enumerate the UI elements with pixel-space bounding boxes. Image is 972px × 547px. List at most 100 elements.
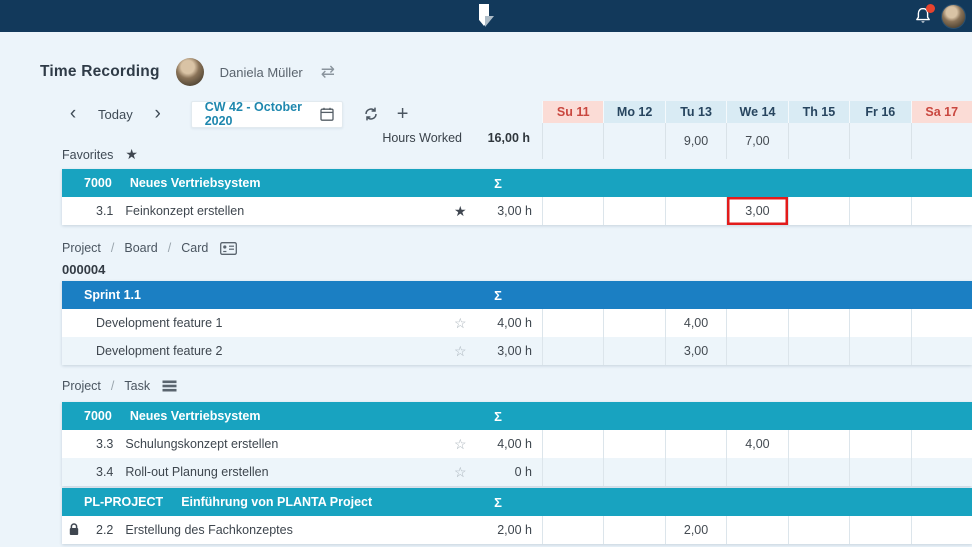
topbar-avatar[interactable] — [941, 4, 966, 29]
favorite-star-icon[interactable]: ☆ — [454, 315, 467, 332]
time-entry-cell[interactable] — [603, 516, 664, 544]
project-group-header[interactable]: 7000 Neues Vertriebsystem Σ — [62, 402, 972, 430]
user-avatar — [176, 58, 204, 86]
previous-week-button[interactable]: ‹ — [62, 101, 84, 127]
time-entry-cell[interactable] — [542, 516, 603, 544]
breadcrumb-task[interactable]: Task — [124, 379, 150, 393]
time-entry-cell[interactable] — [542, 337, 603, 365]
time-entry-cell[interactable] — [788, 309, 849, 337]
weekday-header: Fr 16 — [849, 101, 910, 123]
period-picker[interactable]: CW 42 - October 2020 — [191, 101, 343, 128]
time-entry-cell[interactable] — [849, 458, 910, 486]
week-toolbar: ‹ Today › CW 42 - October 2020 + — [62, 100, 408, 128]
task-week-sum: 4,00 h — [497, 437, 532, 451]
task-info: Development feature 2 ☆ 3,00 h — [62, 337, 542, 365]
time-entry-cell[interactable] — [603, 309, 664, 337]
project-title: Neues Vertriebsystem — [130, 409, 261, 423]
daily-total-cell — [788, 123, 849, 159]
favorite-star-icon[interactable]: ☆ — [454, 464, 467, 481]
time-entry-cell[interactable] — [788, 458, 849, 486]
task-row[interactable]: Development feature 1 ☆ 4,00 h 4,00 — [62, 309, 972, 337]
notifications-bell-icon[interactable] — [913, 6, 933, 26]
next-week-button[interactable]: › — [147, 101, 169, 127]
breadcrumb-card[interactable]: Card — [181, 241, 208, 255]
sprint-table: Sprint 1.1 Σ Development feature 1 ☆ 4,0… — [62, 281, 972, 365]
time-entry-cell[interactable] — [542, 197, 603, 225]
sprint-group-header[interactable]: Sprint 1.1 Σ — [62, 281, 972, 309]
task-week-sum: 0 h — [515, 465, 532, 479]
notification-badge — [926, 4, 935, 13]
time-entry-cell[interactable]: 4,00 — [726, 430, 787, 458]
task-table: 7000 Neues Vertriebsystem Σ 3.3 Schulung… — [62, 402, 972, 486]
time-recording-app: Time Recording Daniela Müller ⇄ ‹ Today … — [0, 0, 972, 547]
time-entry-cell[interactable] — [603, 430, 664, 458]
time-entry-cell[interactable] — [603, 337, 664, 365]
time-entry-cell[interactable] — [603, 458, 664, 486]
breadcrumb-project[interactable]: Project — [62, 379, 101, 393]
task-row[interactable]: 3.3 Schulungskonzept erstellen ☆ 4,00 h … — [62, 430, 972, 458]
time-entry-cell[interactable] — [911, 309, 972, 337]
refresh-icon[interactable] — [363, 106, 379, 122]
daily-total-cell — [603, 123, 664, 159]
time-entry-cell[interactable] — [849, 197, 910, 225]
hours-worked-label: Hours Worked — [330, 131, 462, 145]
task-name: Roll-out Planung erstellen — [125, 465, 268, 479]
time-entry-cell[interactable] — [911, 430, 972, 458]
hours-worked-total: 16,00 h — [462, 131, 530, 145]
time-entry-cell[interactable] — [603, 197, 664, 225]
task-info: 3.3 Schulungskonzept erstellen ☆ 4,00 h — [62, 430, 542, 458]
project-group-header[interactable]: 7000 Neues Vertriebsystem Σ — [62, 169, 972, 197]
time-entry-cell[interactable]: 3,00 — [726, 197, 787, 225]
daily-total-cell — [849, 123, 910, 159]
time-entry-cell[interactable] — [788, 337, 849, 365]
time-entry-cell[interactable] — [911, 197, 972, 225]
task-id: 3.4 — [96, 465, 113, 479]
favorites-section-label: Favorites ★ — [62, 146, 138, 163]
favorite-star-icon[interactable]: ☆ — [454, 343, 467, 360]
time-entry-cell[interactable] — [911, 516, 972, 544]
breadcrumb-project[interactable]: Project — [62, 241, 101, 255]
task-row[interactable]: 3.1 Feinkonzept erstellen ★ 3,00 h 3,00 — [62, 197, 972, 225]
time-entry-cell[interactable]: 4,00 — [665, 309, 726, 337]
time-entry-cell[interactable] — [726, 337, 787, 365]
daily-total-cell: 9,00 — [665, 123, 726, 159]
breadcrumb-board[interactable]: Board — [124, 241, 157, 255]
time-entry-cell[interactable] — [665, 458, 726, 486]
task-id: 3.1 — [96, 204, 113, 218]
time-entry-cell[interactable] — [542, 458, 603, 486]
time-entry-cell[interactable] — [726, 309, 787, 337]
task-id: 3.3 — [96, 437, 113, 451]
time-entry-cell[interactable]: 3,00 — [665, 337, 726, 365]
breadcrumb: Project / Task — [62, 379, 177, 393]
project-group-header[interactable]: PL-PROJECT Einführung von PLANTA Project… — [62, 488, 972, 516]
time-entry-cell[interactable] — [849, 516, 910, 544]
task-row[interactable]: Development feature 2 ☆ 3,00 h 3,00 — [62, 337, 972, 365]
add-entry-button[interactable]: + — [397, 102, 409, 126]
task-info: 2.2 Erstellung des Fachkonzeptes 2,00 h — [62, 516, 542, 544]
time-entry-cell[interactable] — [665, 197, 726, 225]
favorite-star-icon[interactable]: ☆ — [454, 436, 467, 453]
time-entry-cell[interactable] — [911, 458, 972, 486]
time-entry-cell[interactable] — [911, 337, 972, 365]
today-button[interactable]: Today — [98, 107, 133, 122]
time-entry-cell[interactable] — [788, 430, 849, 458]
favorite-star-icon[interactable]: ★ — [454, 203, 467, 220]
time-entry-cell[interactable] — [849, 337, 910, 365]
project-code: 7000 — [84, 409, 112, 423]
time-entry-cell[interactable] — [665, 430, 726, 458]
time-entry-cell[interactable] — [542, 430, 603, 458]
task-week-sum: 3,00 h — [497, 344, 532, 358]
time-entry-cell[interactable] — [788, 516, 849, 544]
top-navigation-bar — [0, 0, 972, 32]
time-entry-cell[interactable] — [849, 309, 910, 337]
time-entry-cell[interactable] — [849, 430, 910, 458]
planta-logo-icon — [477, 4, 495, 30]
time-entry-cell[interactable] — [542, 309, 603, 337]
task-row[interactable]: 3.4 Roll-out Planung erstellen ☆ 0 h — [62, 458, 972, 486]
switch-user-icon[interactable]: ⇄ — [321, 62, 335, 82]
time-entry-cell[interactable] — [726, 516, 787, 544]
time-entry-cell[interactable] — [788, 197, 849, 225]
task-row[interactable]: 2.2 Erstellung des Fachkonzeptes 2,00 h … — [62, 516, 972, 544]
time-entry-cell[interactable] — [726, 458, 787, 486]
time-entry-cell[interactable]: 2,00 — [665, 516, 726, 544]
